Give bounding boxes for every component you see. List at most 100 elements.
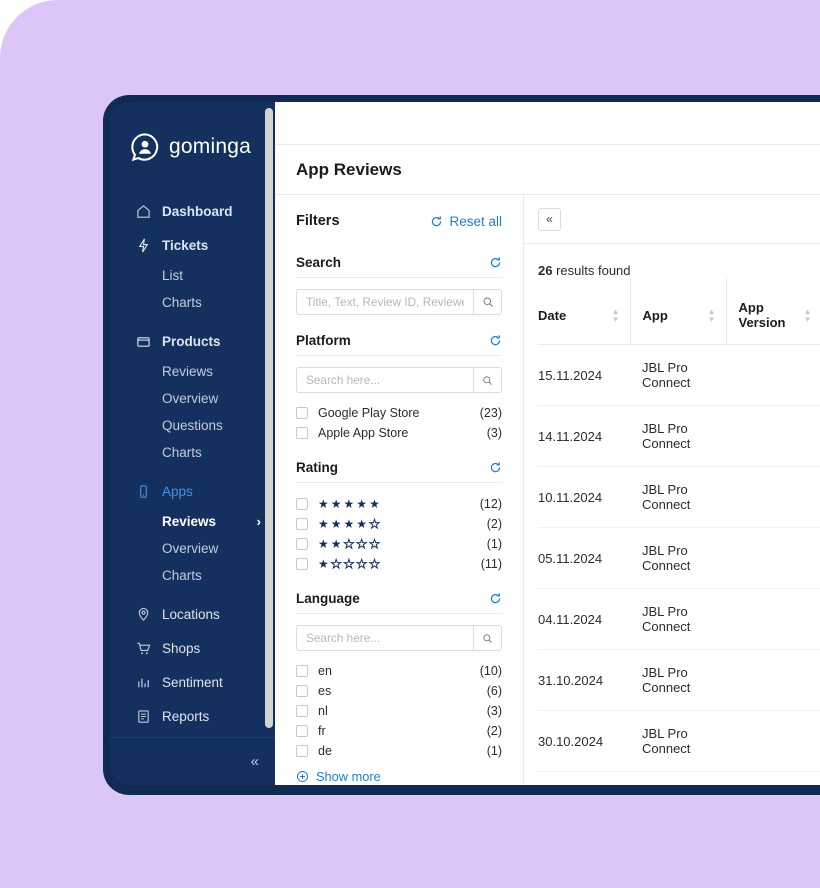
collapse-filters-button[interactable]: «: [538, 207, 561, 231]
star-filled-icon: ★: [318, 496, 329, 511]
search-submit-button[interactable]: [473, 290, 501, 314]
column-header-app-version[interactable]: App Version ▲ ▼: [725, 278, 820, 345]
rating-option-4-star[interactable]: ★ ★ ★ ★ ★ (2): [296, 514, 502, 533]
star-rating: ★ ★ ★ ★ ★: [318, 556, 481, 571]
results-count: 26 results found: [524, 244, 820, 278]
checkbox[interactable]: [296, 406, 308, 419]
checkbox[interactable]: [296, 744, 308, 757]
sidebar-item-products-charts[interactable]: Charts: [110, 439, 275, 466]
sidebar-item-apps-charts[interactable]: Charts: [110, 562, 275, 589]
table-row[interactable]: 05.11.2024JBL Pro Connectfr: [538, 527, 820, 589]
platform-options: Google Play Store (23) Apple App Store (…: [296, 403, 502, 442]
star-filled-icon: ★: [318, 536, 329, 551]
sidebar-item-locations[interactable]: Locations: [110, 597, 275, 631]
sort-icon[interactable]: ▲ ▼: [708, 307, 716, 323]
table-row[interactable]: 31.10.2024JBL Pro Connectde: [538, 649, 820, 711]
rating-option-1-star[interactable]: ★ ★ ★ ★ ★ (11): [296, 554, 502, 573]
brand-logo[interactable]: gominga: [110, 102, 275, 171]
table-head: Date ▲ ▼ App ▲ ▼ App Version ▲ ▼: [538, 278, 820, 345]
table-row[interactable]: 14.11.2024JBL Pro Connecten: [538, 405, 820, 467]
star-empty-icon: ★: [343, 556, 355, 571]
checkbox[interactable]: [296, 497, 308, 510]
checkbox[interactable]: [296, 557, 308, 570]
reset-platform-icon[interactable]: [489, 334, 502, 347]
star-filled-icon: ★: [318, 556, 329, 571]
sidebar-item-reports[interactable]: Reports: [110, 699, 275, 733]
star-filled-icon: ★: [356, 516, 368, 531]
checkbox[interactable]: [296, 664, 308, 677]
sidebar-scrollbar[interactable]: [265, 108, 273, 728]
column-label: App: [642, 307, 668, 323]
sidebar-item-products-questions[interactable]: Questions: [110, 412, 275, 439]
sidebar-item-tickets[interactable]: Tickets: [110, 228, 275, 262]
sort-icon[interactable]: ▲ ▼: [804, 307, 812, 323]
sidebar-item-dashboard[interactable]: Dashboard: [110, 194, 275, 228]
app-window-frame: gominga Dashboard Tickets List Charts Pr…: [103, 95, 820, 795]
table-row[interactable]: 10.11.2024JBL Pro Connectfr: [538, 466, 820, 528]
star-filled-icon: ★: [343, 516, 355, 531]
sidebar-collapse-button[interactable]: «: [251, 754, 259, 769]
search-input[interactable]: [297, 290, 473, 314]
checkbox[interactable]: [296, 517, 308, 530]
language-option-en[interactable]: en (10): [296, 661, 502, 680]
top-bar: [275, 102, 820, 145]
checkbox[interactable]: [296, 684, 308, 697]
cell-date: 14.11.2024: [538, 405, 630, 467]
sidebar-item-label: Products: [162, 333, 221, 349]
results-count-number: 26: [538, 263, 553, 278]
sidebar-item-sentiment[interactable]: Sentiment: [110, 665, 275, 699]
reset-search-icon[interactable]: [489, 256, 502, 269]
sidebar-item-apps-overview[interactable]: Overview: [110, 535, 275, 562]
mobile-icon: [140, 485, 147, 498]
table-row[interactable]: 04.11.2024JBL Pro Connectru: [538, 588, 820, 650]
platform-option-apple[interactable]: Apple App Store (3): [296, 423, 502, 442]
cell-app-version: [726, 649, 820, 711]
option-count: (2): [486, 516, 502, 531]
table-header-row: Date ▲ ▼ App ▲ ▼ App Version ▲ ▼: [538, 278, 820, 345]
rating-option-5-star[interactable]: ★ ★ ★ ★ ★ (12): [296, 494, 502, 513]
language-search-input[interactable]: [297, 626, 473, 650]
table-body: 15.11.2024JBL Pro Connecten14.11.2024JBL…: [538, 344, 820, 772]
platform-search-input[interactable]: [297, 368, 473, 392]
platform-option-google[interactable]: Google Play Store (23): [296, 403, 502, 422]
sidebar-item-apps-reviews[interactable]: Reviews ›: [110, 508, 275, 535]
option-label: Google Play Store: [318, 405, 420, 420]
sidebar-item-products[interactable]: Products: [110, 324, 275, 358]
language-option-fr[interactable]: fr (2): [296, 721, 502, 740]
sidebar-item-label: Reviews: [162, 364, 214, 380]
checkbox[interactable]: [296, 724, 308, 737]
column-header-date[interactable]: Date ▲ ▼: [538, 278, 630, 345]
language-search-button[interactable]: [473, 626, 501, 650]
reset-rating-icon[interactable]: [489, 461, 502, 474]
column-header-app[interactable]: App ▲ ▼: [629, 278, 726, 345]
checkbox[interactable]: [296, 704, 308, 717]
language-option-nl[interactable]: nl (3): [296, 701, 502, 720]
sidebar-item-label: Sentiment: [162, 674, 223, 690]
rating-option-2-star[interactable]: ★ ★ ★ ★ ★ (1): [296, 534, 502, 553]
show-more-button[interactable]: Show more: [296, 769, 502, 784]
sidebar-item-shops[interactable]: Shops: [110, 631, 275, 665]
language-options: en (10) es (6) nl (3) fr (2) de (1): [296, 661, 502, 760]
sort-icon[interactable]: ▲ ▼: [612, 307, 620, 323]
sidebar-nav: Dashboard Tickets List Charts Products R…: [110, 171, 275, 737]
star-filled-icon: ★: [343, 496, 355, 511]
platform-search-button[interactable]: [473, 368, 501, 392]
checkbox[interactable]: [296, 426, 308, 439]
checkbox[interactable]: [296, 537, 308, 550]
sidebar-item-settings[interactable]: Settings: [110, 733, 275, 737]
filters-header: Filters Reset all: [296, 213, 502, 229]
cell-date: 04.11.2024: [538, 588, 630, 650]
sidebar-item-label: Reviews: [162, 514, 217, 530]
sidebar-item-label: Overview: [162, 541, 219, 557]
language-option-de[interactable]: de (1): [296, 741, 502, 760]
sidebar-item-tickets-charts[interactable]: Charts: [110, 289, 275, 316]
table-row[interactable]: 15.11.2024JBL Pro Connecten: [538, 344, 820, 406]
reset-language-icon[interactable]: [489, 592, 502, 605]
table-row[interactable]: 30.10.2024JBL Pro Connecten: [538, 710, 820, 772]
sidebar-item-tickets-list[interactable]: List: [110, 262, 275, 289]
sidebar-item-apps[interactable]: Apps: [110, 474, 275, 508]
reset-all-button[interactable]: Reset all: [430, 214, 502, 229]
language-option-es[interactable]: es (6): [296, 681, 502, 700]
sidebar-item-products-overview[interactable]: Overview: [110, 385, 275, 412]
sidebar-item-products-reviews[interactable]: Reviews: [110, 358, 275, 385]
